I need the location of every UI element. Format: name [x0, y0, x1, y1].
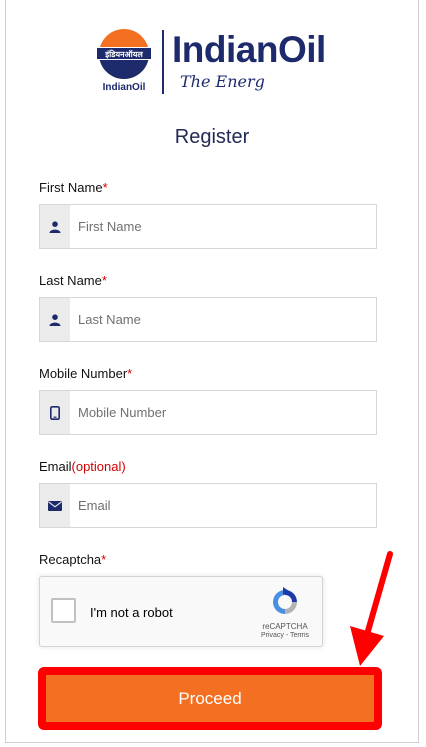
- page-title: Register: [174, 126, 250, 148]
- last-name-label: Last Name*: [39, 273, 107, 288]
- brand-logo: इंडियनऑयल IndianOil IndianOil The Energ: [92, 28, 342, 96]
- last-name-input[interactable]: [70, 298, 376, 341]
- mobile-number-label-text: Mobile Number: [39, 366, 128, 381]
- mobile-number-field: [39, 390, 377, 435]
- last-name-field: [39, 297, 377, 342]
- annotation-arrow-icon: [350, 551, 393, 666]
- recaptcha-label: Recaptcha*: [39, 552, 106, 567]
- email-field: [39, 483, 377, 528]
- required-mark: *: [101, 552, 107, 567]
- required-mark: *: [102, 180, 108, 195]
- email-label: Email(optional): [39, 459, 126, 474]
- recaptcha-checkbox-label: I'm not a robot: [90, 605, 173, 620]
- proceed-button[interactable]: Proceed: [46, 675, 374, 722]
- mobile-number-input[interactable]: [70, 391, 376, 434]
- brand-name: IndianOil: [172, 29, 326, 70]
- email-input[interactable]: [70, 484, 376, 527]
- user-icon: [40, 298, 70, 341]
- user-icon: [40, 205, 70, 248]
- brand-tagline: The Energ: [180, 72, 265, 91]
- recaptcha-logo-icon: [273, 587, 297, 614]
- envelope-icon: [40, 484, 70, 527]
- first-name-input[interactable]: [70, 205, 376, 248]
- optional-note: (optional): [71, 459, 126, 474]
- email-label-text: Email: [39, 459, 72, 474]
- recaptcha-brand: reCAPTCHA: [262, 622, 308, 631]
- logo-caption: IndianOil: [102, 82, 146, 93]
- last-name-label-text: Last Name: [39, 273, 102, 288]
- first-name-label: First Name*: [39, 180, 108, 195]
- required-mark: *: [101, 273, 107, 288]
- first-name-field: [39, 204, 377, 249]
- first-name-label-text: First Name: [39, 180, 103, 195]
- required-mark: *: [127, 366, 133, 381]
- mobile-phone-icon: [40, 391, 70, 434]
- recaptcha-widget: I'm not a robot reCAPTCHA Privacy - Term…: [39, 576, 323, 647]
- logo-divider: [162, 30, 164, 94]
- recaptcha-privacy-terms-link[interactable]: Privacy - Terms: [252, 632, 318, 639]
- emblem-hindi-text: इंडियनऑयल: [104, 49, 143, 59]
- recaptcha-checkbox[interactable]: [51, 598, 76, 623]
- recaptcha-label-text: Recaptcha: [39, 552, 102, 567]
- mobile-number-label: Mobile Number*: [39, 366, 132, 381]
